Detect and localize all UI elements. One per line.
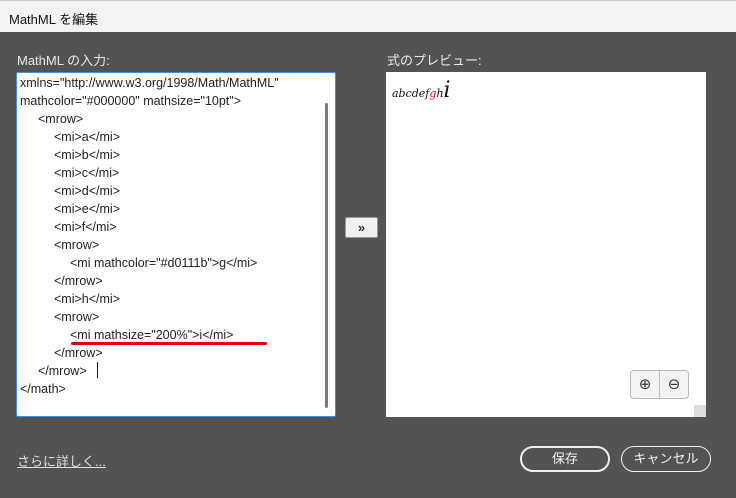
zoom-in-icon[interactable]: ⊕	[631, 371, 659, 398]
math-letter-h: h	[436, 87, 444, 100]
text-caret	[97, 362, 98, 378]
red-underline-annotation	[71, 342, 267, 345]
code-line: <mi>e</mi>	[54, 202, 121, 216]
code-line: xmlns="http://www.w3.org/1998/Math/MathM…	[20, 76, 279, 90]
cancel-button[interactable]: キャンセル	[621, 446, 711, 472]
math-letters: abcdef	[392, 87, 430, 100]
learn-more-link[interactable]: さらに詳しく...	[17, 451, 106, 470]
zoom-controls: ⊕ ⊖	[630, 370, 689, 399]
zoom-out-icon[interactable]: ⊖	[659, 371, 688, 398]
update-preview-button[interactable]: »	[345, 217, 378, 238]
window-title: MathML を編集	[9, 12, 99, 27]
input-label: MathML の入力:	[17, 53, 110, 68]
code-line: </mrow>	[54, 346, 103, 360]
title-bar: MathML を編集	[0, 0, 736, 32]
code-line: mathcolor="#000000" mathsize="10pt">	[20, 94, 242, 108]
code-line: <mi>f</mi>	[54, 220, 117, 234]
save-button[interactable]: 保存	[520, 446, 610, 472]
preview-pane: abcdefghi ⊕ ⊖	[386, 72, 706, 417]
code-line: <mrow>	[38, 112, 84, 126]
scrollbar[interactable]	[325, 103, 328, 408]
code-line: </mrow>	[38, 364, 87, 378]
mathml-input[interactable]: </math> </mrow> </mrow> <mi mathsize="200%"…	[16, 72, 336, 417]
code-line: <mi>h</mi>	[54, 292, 121, 306]
code-line: <mi>d</mi>	[54, 184, 121, 198]
code-line: </math>	[20, 382, 66, 396]
code-line: <mrow>	[54, 238, 100, 252]
resize-corner	[694, 405, 706, 417]
code-line: <mi mathcolor="#d0111b">g</mi>	[70, 256, 258, 270]
code-line: <mi>a</mi>	[54, 130, 121, 144]
code-line: </mrow>	[54, 274, 103, 288]
preview-label: 式のプレビュー:	[387, 53, 482, 68]
math-preview: abcdefghi	[392, 78, 451, 103]
code-line: <mi>b</mi>	[54, 148, 121, 162]
code-line: <mrow>	[54, 310, 100, 324]
code-line: <mi>c</mi>	[54, 166, 120, 180]
math-large-letter: i	[443, 78, 451, 103]
